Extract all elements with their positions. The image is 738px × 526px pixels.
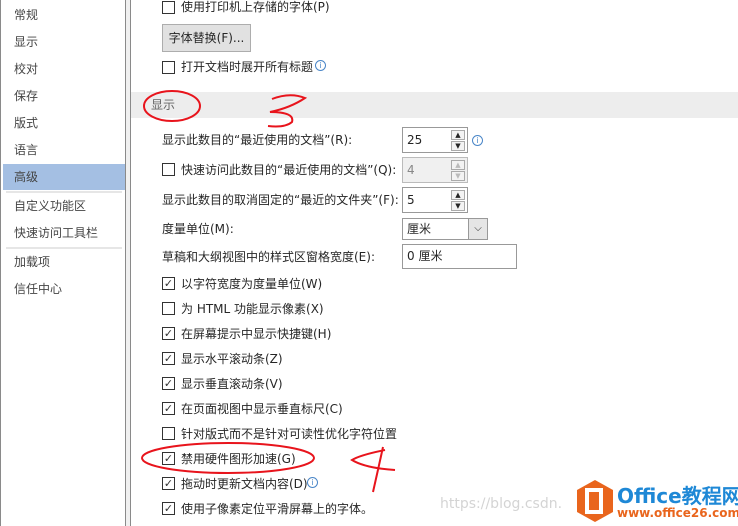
quick-recent-label: 快速访问此数目的“最近使用的文档”(Q): [181,163,397,177]
info-icon[interactable]: i [307,477,318,488]
option-checkbox[interactable]: ✓ [162,477,175,490]
option-checkbox[interactable] [162,302,175,315]
spin-up-icon: ▲ [451,160,465,170]
office26-logo: Office教程网 www.office26.com [575,478,738,526]
option-label: 使用子像素定位平滑屏幕上的字体。 [181,502,374,516]
units-value: 厘米 [407,222,432,236]
options-sidebar: 常规 显示 校对 保存 版式 语言 高级 自定义功能区 快速访问工具栏 加载项 … [0,0,126,526]
expand-headings-checkbox[interactable] [162,61,175,74]
logo-url: www.office26.com [617,506,738,520]
spin-up-icon[interactable]: ▲ [451,190,465,200]
option-checkbox[interactable]: ✓ [162,277,175,290]
option-checkbox[interactable]: ✓ [162,327,175,340]
expand-headings-label: 打开文档时展开所有标题 [181,60,314,74]
quick-recent-spinner[interactable]: 4 ▲ ▼ [402,157,468,183]
style-width-label: 草稿和大纲视图中的样式区窗格宽度(E): [162,250,375,264]
sidebar-item-proofing[interactable]: 校对 [3,56,125,82]
recent-folders-value[interactable]: 5 [407,193,415,207]
sidebar-item-general[interactable]: 常规 [3,2,125,28]
quick-recent-checkbox[interactable] [162,163,175,176]
chevron-down-icon[interactable]: ⌵ [468,219,487,239]
advanced-options-panel: 使用打印机上存储的字体(P) 字体替换(F)... 打开文档时展开所有标题 i … [130,0,738,526]
disable-hw-accel-label: 禁用硬件图形加速(G) [181,452,296,466]
spin-down-icon: ▼ [451,171,465,181]
option-label: 以字符宽度为度量单位(W) [181,277,323,291]
sidebar-item-trust-center[interactable]: 信任中心 [3,276,125,302]
quick-recent-value: 4 [407,163,415,177]
sidebar-item-advanced[interactable]: 高级 [3,164,125,190]
option-label: 在页面视图中显示垂直标尺(C) [181,402,343,416]
option-checkbox[interactable]: ✓ [162,377,175,390]
recent-folders-spinner[interactable]: 5 ▲ ▼ [402,187,468,213]
sidebar-item-language[interactable]: 语言 [3,137,125,163]
recent-folders-label: 显示此数目的取消固定的“最近的文件夹”(F): [162,193,399,207]
sidebar-item-quick-access-toolbar[interactable]: 快速访问工具栏 [3,220,125,246]
option-checkbox[interactable] [162,427,175,440]
sidebar-item-display[interactable]: 显示 [3,29,125,55]
info-icon[interactable]: i [472,135,483,146]
recent-docs-spinner[interactable]: 25 ▲ ▼ [402,127,468,153]
option-label: 显示垂直滚动条(V) [181,377,283,391]
option-label: 显示水平滚动条(Z) [181,352,283,366]
option-checkbox[interactable]: ✓ [162,352,175,365]
recent-docs-value[interactable]: 25 [407,133,422,147]
section-header-display: 显示 [131,92,738,118]
watermark-text: https://blog.csdn. [440,496,563,512]
style-width-input[interactable]: 0 厘米 [402,244,517,269]
disable-hw-accel-checkbox[interactable]: ✓ [162,452,175,465]
sidebar-item-layout[interactable]: 版式 [3,110,125,136]
sidebar-item-save[interactable]: 保存 [3,83,125,109]
option-label: 为 HTML 功能显示像素(X) [181,302,324,316]
spin-down-icon[interactable]: ▼ [451,201,465,211]
option-label: 在屏幕提示中显示快捷键(H) [181,327,332,341]
option-label: 拖动时更新文档内容(D) [181,477,308,491]
info-icon[interactable]: i [315,60,326,71]
sidebar-item-addins[interactable]: 加载项 [3,249,125,275]
option-checkbox[interactable]: ✓ [162,402,175,415]
font-substitution-button[interactable]: 字体替换(F)... [162,24,251,52]
option-checkbox[interactable]: ✓ [162,502,175,515]
office-logo-icon [577,480,613,522]
units-select[interactable]: 厘米 ⌵ [402,218,488,240]
logo-title: Office教程网 [617,484,738,508]
sidebar-item-customize-ribbon[interactable]: 自定义功能区 [3,193,125,219]
spin-down-icon[interactable]: ▼ [451,141,465,151]
spin-up-icon[interactable]: ▲ [451,130,465,140]
units-label: 度量单位(M): [162,222,234,236]
option-label: 针对版式而不是针对可读性优化字符位置 [181,427,398,441]
print-fonts-checkbox[interactable] [162,1,175,14]
recent-docs-label: 显示此数目的“最近使用的文档”(R): [162,133,353,147]
print-fonts-label: 使用打印机上存储的字体(P) [181,0,330,14]
